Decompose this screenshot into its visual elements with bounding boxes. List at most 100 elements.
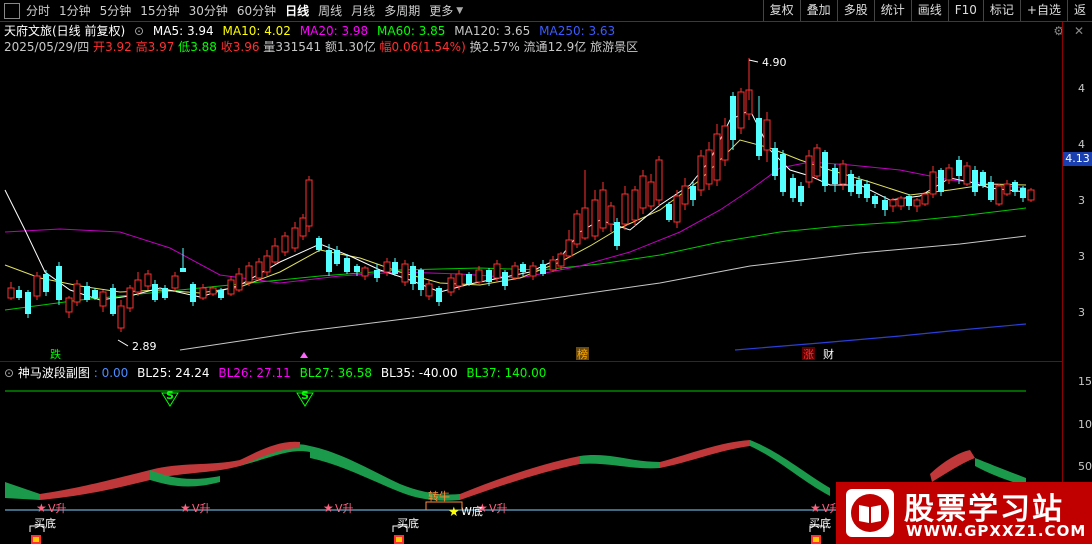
window-menu-icon[interactable] xyxy=(4,2,20,19)
candle-body xyxy=(921,193,929,205)
price-tick: 4 xyxy=(1078,82,1085,95)
candle-body xyxy=(599,189,607,229)
candle-body xyxy=(848,174,854,192)
period-tab-daily[interactable]: 日线 xyxy=(285,2,309,19)
price-tick: 3 xyxy=(1078,306,1085,319)
candle-body xyxy=(980,172,986,186)
candle-body xyxy=(639,175,647,209)
candle-body xyxy=(655,159,663,201)
low-marker-pointer xyxy=(117,339,129,347)
ma250-line xyxy=(734,323,1027,351)
sector-tag[interactable]: 旅游景区 xyxy=(590,40,638,54)
period-tab-1min[interactable]: 1分钟 xyxy=(59,2,91,19)
candle-body xyxy=(697,155,705,191)
price-axis-line xyxy=(1062,22,1063,544)
buy-bottom-marker-core xyxy=(33,537,39,542)
stock-title[interactable]: 天府文旅(日线 前复权) xyxy=(4,24,125,38)
f10-button[interactable]: F10 xyxy=(947,0,983,21)
sell-signal-label: S xyxy=(301,389,309,402)
fuquan-button[interactable]: 复权 xyxy=(762,0,800,21)
book-logo-svg xyxy=(851,494,889,532)
overlay-button[interactable]: 叠加 xyxy=(799,0,837,21)
green-band xyxy=(5,482,40,500)
candle-body xyxy=(822,152,828,186)
candle-body xyxy=(383,261,391,273)
open-label: 开 xyxy=(93,40,106,54)
period-bar: 分时 1分钟 5分钟 15分钟 30分钟 60分钟 日线 周线 月线 多周期 更… xyxy=(4,2,463,19)
candle-body xyxy=(805,155,813,183)
candle-body xyxy=(607,205,615,225)
pane-separator[interactable] xyxy=(0,361,1062,362)
low-value: 3.88 xyxy=(190,40,217,54)
period-tab-30min[interactable]: 30分钟 xyxy=(189,2,228,19)
candle-body xyxy=(549,259,557,271)
candle-body xyxy=(117,305,125,329)
event-arrow-icon xyxy=(300,352,308,358)
period-tab-monthly[interactable]: 月线 xyxy=(351,2,375,19)
red-band xyxy=(660,440,750,468)
toolbar-actions: 复权 叠加 多股 统计 画线 F10 标记 +自选 返 xyxy=(762,0,1092,21)
period-tab-weekly[interactable]: 周线 xyxy=(318,2,342,19)
candle-body xyxy=(906,196,912,206)
period-tab-fenshi[interactable]: 分时 xyxy=(26,2,50,19)
candle-body xyxy=(152,284,158,300)
candle-body xyxy=(255,261,263,279)
candle-body xyxy=(436,288,442,302)
quote-date: 2025/05/29/四 xyxy=(4,40,90,54)
ma60-value: MA60: 3.85 xyxy=(377,24,446,38)
period-tab-5min[interactable]: 5分钟 xyxy=(100,2,132,19)
change-value: 0.06(1.54%) xyxy=(391,40,466,54)
candle-body xyxy=(666,204,672,220)
event-tag-rise: 涨 xyxy=(803,348,814,360)
float-value: 12.9亿 xyxy=(547,40,587,54)
candle-body xyxy=(56,266,62,300)
candle-body xyxy=(134,279,142,293)
green-band xyxy=(580,455,660,469)
price-tick: 3 xyxy=(1078,250,1085,263)
indicator-tick: 10 xyxy=(1078,418,1092,431)
candle-body xyxy=(798,186,804,202)
ma5-value: MA5: 3.94 xyxy=(152,24,214,38)
more-dropdown-icon[interactable]: ▼ xyxy=(456,6,463,16)
candle-body xyxy=(557,253,565,267)
candle-body xyxy=(1003,183,1011,195)
period-tab-15min[interactable]: 15分钟 xyxy=(140,2,179,19)
ma250-value: MA250: 3.63 xyxy=(539,24,616,38)
v-up-label: V升 xyxy=(489,502,508,515)
kline-chart[interactable]: 4.90 2.89 跌 榜 涨 财 xyxy=(0,54,1062,360)
candle-body xyxy=(180,268,186,272)
price-tick: 3 xyxy=(1078,194,1085,207)
star-icon: ★ xyxy=(810,501,821,515)
candle-body xyxy=(1020,188,1026,198)
yellow-star-icon: ★ xyxy=(448,505,460,520)
candle-body xyxy=(326,250,332,272)
v-up-label: V升 xyxy=(48,502,67,515)
indicator-tick: 50 xyxy=(1078,460,1092,473)
candle-body xyxy=(316,238,322,250)
candle-body xyxy=(713,133,721,181)
candle-body xyxy=(772,148,778,176)
settings-dropdown-icon[interactable]: ⊙ xyxy=(134,24,144,38)
period-tab-more[interactable]: 更多 xyxy=(429,2,453,19)
multi-stock-button[interactable]: 多股 xyxy=(836,0,874,21)
panel-controls: ⚙ ✕ xyxy=(1053,24,1084,38)
w-bottom-label: W底 xyxy=(461,504,483,518)
turnover-value: 2.57% xyxy=(481,40,520,54)
period-tab-multi[interactable]: 多周期 xyxy=(384,2,420,19)
candle-body xyxy=(832,168,838,184)
candle-body xyxy=(299,217,307,237)
current-price-tag: 4.13 xyxy=(1063,152,1092,166)
period-tab-60min[interactable]: 60分钟 xyxy=(237,2,276,19)
candle-body xyxy=(956,160,962,176)
candle-body xyxy=(721,125,729,161)
draw-line-button[interactable]: 画线 xyxy=(910,0,948,21)
back-button[interactable]: 返 xyxy=(1066,0,1092,21)
candle-body xyxy=(92,290,98,298)
candle-body xyxy=(938,170,944,192)
add-watchlist-button[interactable]: +自选 xyxy=(1019,0,1067,21)
candle-body xyxy=(929,171,937,195)
mark-button[interactable]: 标记 xyxy=(982,0,1020,21)
candle-body xyxy=(374,270,380,278)
close-icon[interactable]: ✕ xyxy=(1074,24,1084,38)
statistics-button[interactable]: 统计 xyxy=(873,0,911,21)
